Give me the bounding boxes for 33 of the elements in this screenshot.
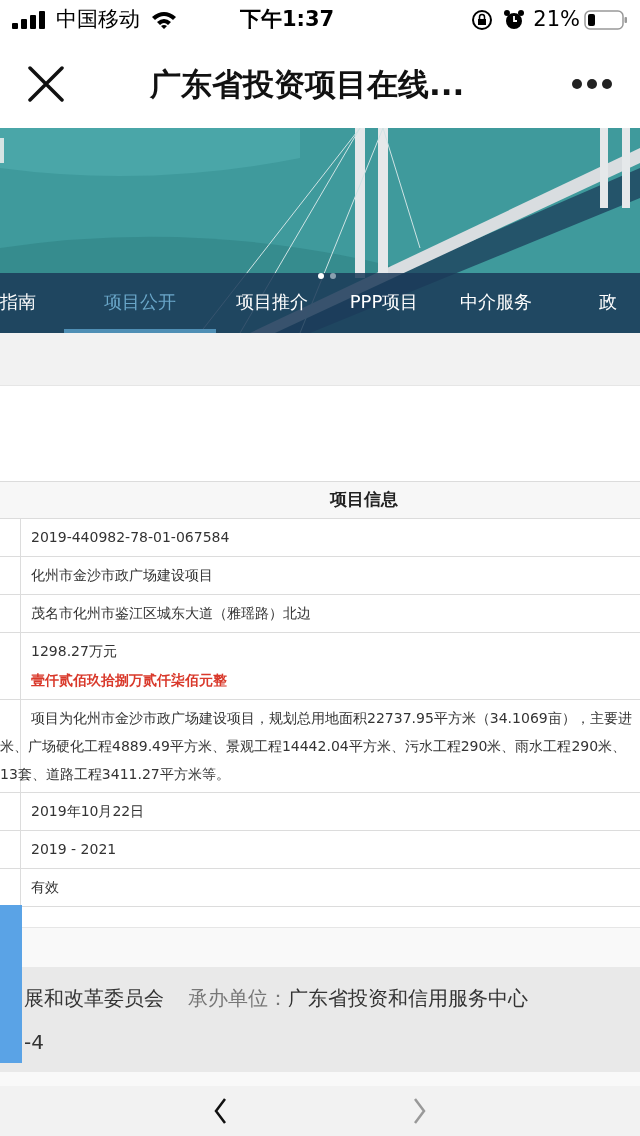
nav-tab[interactable]: 中介服务 <box>440 273 552 333</box>
nav-tab[interactable]: 指南 <box>0 273 64 333</box>
alarm-icon <box>503 9 526 31</box>
signal-icon <box>12 11 48 29</box>
amount-in-words: 壹仟贰佰玖拾捌万贰仟柒佰元整 <box>31 671 228 690</box>
nav-tab[interactable]: 政 <box>552 273 640 333</box>
battery-percent: 21% <box>533 6 580 34</box>
organizer-name: 广东省投资和信用服务中心 <box>288 984 528 1012</box>
battery-icon <box>584 9 628 31</box>
cell-text-line: 2019 - 2021 <box>31 840 118 859</box>
cell-text-line: 化州市金沙市政广场建设项目 <box>31 566 214 585</box>
record-number: -4 <box>24 1028 45 1056</box>
cell-text-line: 2019-440982-78-01-067584 <box>31 528 231 547</box>
table-header: 项目信息 <box>0 481 640 519</box>
cell-text-line: 茂名市化州市鉴江区城东大道（雅瑶路）北边 <box>31 604 312 623</box>
window-title: 广东省投资项目在线... <box>150 64 465 104</box>
rotation-lock-icon <box>471 9 494 31</box>
close-icon <box>28 66 64 102</box>
cell-text-line: 项目为化州市金沙市政广场建设项目，规划总用地面积22737.95平方米（34.1069亩），主要进 <box>30 709 633 728</box>
cell-text-line: 2019年10月22日 <box>31 802 146 821</box>
cell-text-line: 有效 <box>31 878 60 897</box>
footer-sponsor: 展和改革委员会 <box>24 984 164 1012</box>
nav-tab[interactable]: 项目推介 <box>216 273 328 333</box>
cell-text-line: 米、广场硬化工程4889.49平方米、景观工程14442.04平方米、污水工程290米、雨水工程290米、 <box>0 737 628 756</box>
wifi-icon <box>150 10 178 30</box>
more-icon <box>571 78 613 90</box>
cell-text-line: 1298.27万元 <box>31 642 118 661</box>
carrier: 中国移动 <box>56 6 140 34</box>
organizer-label: 承办单位： <box>188 984 288 1012</box>
cell-text-line: 13套、道路工程3411.27平方米等。 <box>0 765 231 784</box>
clock: 下午1:37 <box>240 6 335 34</box>
nav-tab[interactable]: PPP项目 <box>328 273 440 333</box>
close-button[interactable] <box>26 64 66 104</box>
